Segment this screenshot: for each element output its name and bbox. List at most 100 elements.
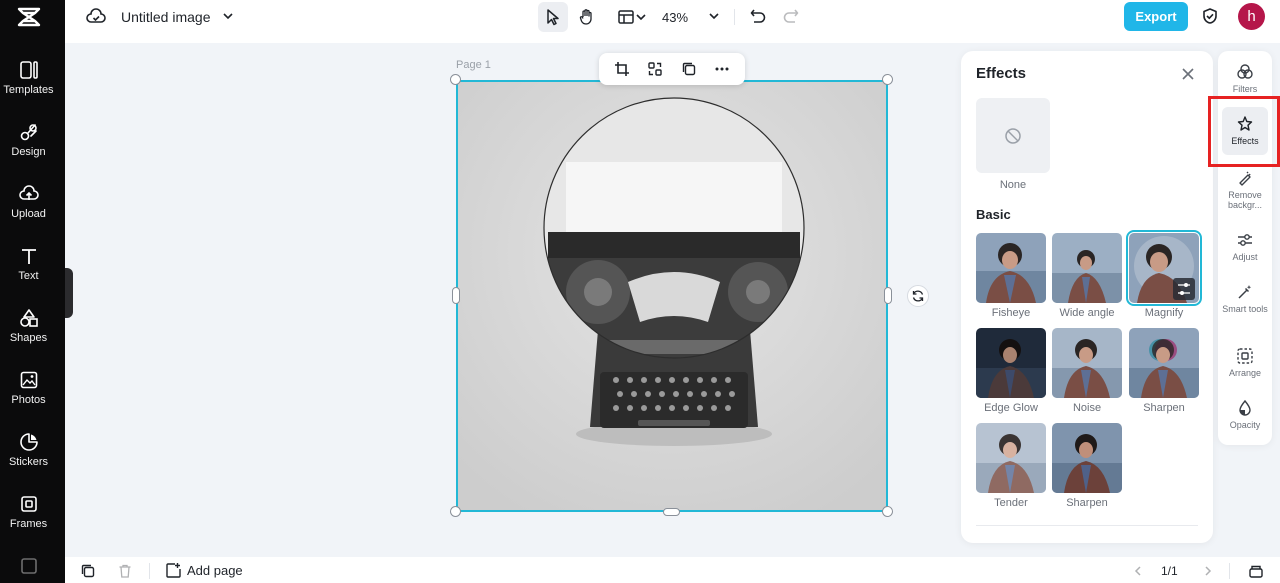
toolbar-item-opacity[interactable]: Opacity [1222,399,1268,433]
document-title[interactable]: Untitled image [121,8,211,26]
resize-handle-bottom-left[interactable] [450,506,461,517]
zoom-level[interactable]: 43% [662,8,688,26]
cloud-sync-icon[interactable] [85,6,107,28]
crop-icon[interactable] [611,58,633,80]
top-bar: Untitled image 43% Export h [65,0,1280,43]
page-label: Page 1 [456,59,491,71]
sidebar-item-frames[interactable]: Frames [0,494,57,544]
effect-tile-edge-glow[interactable] [976,328,1046,398]
replace-icon[interactable] [644,58,666,80]
layout-dropdown[interactable] [612,6,652,28]
effect-tile-sharpen[interactable] [1129,328,1199,398]
resize-handle-top-right[interactable] [882,74,893,85]
sidebar-item-label: Frames [9,518,48,530]
toolbar-item-label: Effects [1231,136,1259,146]
sidebar-item-upload[interactable]: Upload [0,184,57,234]
rotate-icon [912,290,924,302]
chevron-left-icon[interactable] [1130,563,1146,579]
effect-label: Fisheye [991,307,1031,319]
toolbar-item-label: Opacity [1229,420,1261,430]
effect-label: Edge Glow [984,402,1038,414]
toolbar-item-remove-background[interactable]: Remove backgr... [1222,169,1268,213]
rotate-button[interactable] [907,285,929,307]
effect-thumbnail [976,233,1046,303]
divider [976,525,1198,526]
duplicate-icon[interactable] [678,58,700,80]
undo-icon[interactable] [747,5,769,27]
toolbar-item-smart-tools[interactable]: Smart tools [1222,283,1268,327]
effect-tile-fisheye[interactable] [976,233,1046,303]
sidebar-item-label: Upload [11,208,46,220]
sidebar-item-text[interactable]: Text [0,246,57,296]
design-icon [20,124,37,141]
delete-page-icon[interactable] [116,562,134,580]
sidebar-item-design[interactable]: Design [0,122,57,172]
sidebar-item-label: Shapes [9,332,48,344]
effect-none-label: None [999,179,1027,191]
avatar[interactable]: h [1238,3,1265,30]
floating-toolbar [599,53,745,85]
effect-label: Sharpen [1066,497,1108,509]
page-counter: 1/1 [1161,564,1178,578]
canvas-image[interactable] [456,80,888,512]
toolbar-item-label: Arrange [1228,368,1262,378]
effect-thumbnail [976,328,1046,398]
sidebar-collapse-handle[interactable] [65,268,73,318]
sidebar-item-more[interactable] [0,556,57,583]
sidebar-item-label: Text [18,270,39,282]
toolbar-item-adjust[interactable]: Adjust [1222,231,1268,265]
hand-icon [579,9,592,25]
resize-handle-left[interactable] [452,287,460,304]
effect-label: Sharpen [1143,402,1185,414]
effect-tile-tender[interactable] [976,423,1046,493]
toolbar-item-filters[interactable]: Filters [1222,63,1268,97]
more-options-icon[interactable] [711,58,733,80]
select-tool-button[interactable] [538,2,568,32]
toolbar-item-label: Smart tools [1222,304,1268,314]
close-icon[interactable] [1180,66,1196,82]
sidebar-item-stickers[interactable]: Stickers [0,432,57,482]
effect-thumbnail [1052,423,1122,493]
section-title-basic: Basic [976,207,1011,222]
sidebar-item-photos[interactable]: Photos [0,370,57,420]
export-button[interactable]: Export [1124,2,1188,31]
sidebar-item-shapes[interactable]: Shapes [0,308,57,358]
effect-thumbnail [1052,328,1122,398]
effect-tile-wide-angle[interactable] [1052,233,1122,303]
photos-icon [20,371,37,389]
add-page-icon [166,563,181,578]
panel-title: Effects [976,65,1027,82]
text-icon [21,249,36,264]
resize-handle-bottom[interactable] [663,508,680,516]
zoom-chevron-down-icon[interactable] [706,8,722,24]
effect-label: Tender [994,497,1028,509]
resize-handle-bottom-right[interactable] [882,506,893,517]
effect-tile-noise[interactable] [1052,328,1122,398]
effect-tile-magnify[interactable] [1126,230,1202,306]
toolbar-item-effects[interactable]: Effects [1222,107,1268,155]
hand-tool-button[interactable] [572,2,602,32]
add-page-button[interactable]: Add page [165,562,243,579]
stickers-icon [19,433,38,451]
more-apps-icon [20,558,37,574]
shield-icon[interactable] [1199,5,1221,27]
effect-thumbnail [1129,233,1199,303]
bottom-bar: Add page 1/1 [65,557,1280,583]
duplicate-page-icon[interactable] [79,562,97,580]
typewriter-photo [458,82,886,510]
redo-icon[interactable] [780,5,802,27]
effect-tile-sharpen-2[interactable] [1052,423,1122,493]
upload-icon [18,185,39,200]
shapes-icon [19,309,38,327]
effect-none-tile[interactable] [976,98,1050,173]
toolbar-item-label: Filters [1232,84,1258,94]
chevron-right-icon[interactable] [1200,563,1216,579]
divider [734,9,735,25]
resize-handle-top-left[interactable] [450,74,461,85]
toolbar-item-arrange[interactable]: Arrange [1222,347,1268,381]
resize-handle-right[interactable] [884,287,892,304]
chevron-down-icon[interactable] [220,8,236,24]
pages-panel-icon[interactable] [1247,562,1265,580]
sidebar-item-templates[interactable]: Templates [0,60,57,110]
capcut-logo-icon[interactable] [16,5,42,29]
